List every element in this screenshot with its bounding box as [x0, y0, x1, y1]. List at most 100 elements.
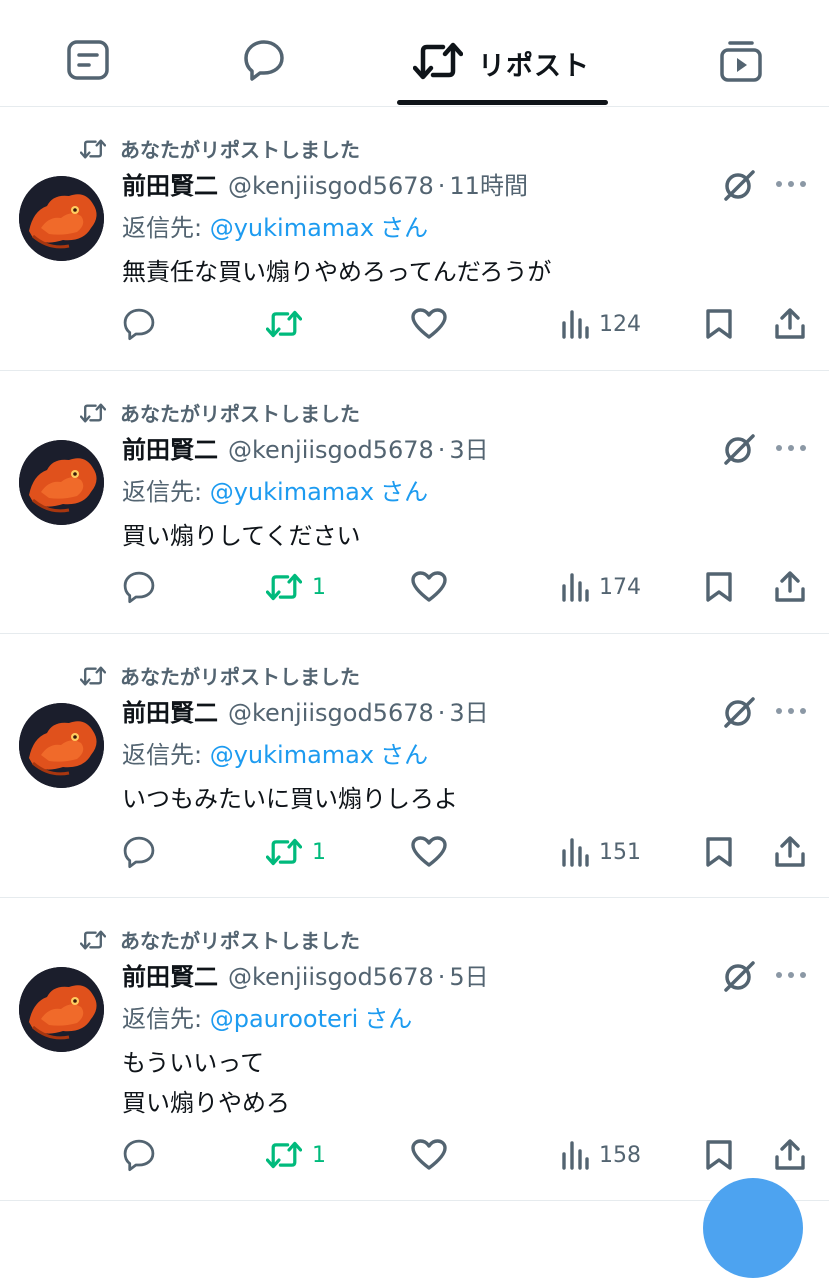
- reposted-label: あなたがリポストしました: [120, 402, 360, 426]
- share-icon: [775, 1139, 805, 1170]
- like-button[interactable]: [411, 832, 447, 872]
- timeline-post[interactable]: あなたがリポストしました 前田賢二 @kenjiisgod5678 · 3日 返…: [0, 370, 829, 634]
- tab-reposts-label: リポスト: [478, 51, 590, 82]
- heart-icon: [411, 308, 447, 339]
- timeline-post[interactable]: あなたがリポストしました 前田賢二 @kenjiisgod5678 · 5日 返…: [0, 897, 829, 1201]
- post-timestamp[interactable]: 3日: [449, 430, 488, 465]
- active-tab-indicator: [397, 100, 608, 105]
- timeline-post[interactable]: あなたがリポストしました 前田賢二 @kenjiisgod5678 · 3日 返…: [0, 633, 829, 898]
- share-button[interactable]: [774, 304, 806, 344]
- tab-posts[interactable]: [30, 0, 145, 106]
- share-button[interactable]: [774, 567, 806, 607]
- reply-button[interactable]: [122, 832, 156, 872]
- compose-button[interactable]: [703, 1178, 803, 1278]
- avatar[interactable]: [19, 176, 104, 261]
- tab-media[interactable]: [683, 0, 798, 106]
- like-button[interactable]: [411, 1135, 447, 1175]
- reply-prefix: 返信先:: [122, 1005, 210, 1033]
- more-options-icon[interactable]: [775, 444, 807, 452]
- repost-small-icon: [80, 403, 120, 423]
- user-handle[interactable]: @kenjiisgod5678: [228, 699, 434, 727]
- reposted-indicator: あなたがリポストしました: [80, 925, 360, 954]
- reposted-label: あなたがリポストしました: [120, 138, 360, 162]
- reply-mention[interactable]: @yukimamax: [210, 478, 374, 506]
- reply-icon: [123, 836, 155, 869]
- retweet-button[interactable]: [266, 304, 312, 344]
- views-button[interactable]: 124: [561, 304, 641, 344]
- separator-dot: ·: [437, 963, 446, 991]
- user-handle[interactable]: @kenjiisgod5678: [228, 436, 434, 464]
- avatar[interactable]: [19, 440, 104, 525]
- reply-mention[interactable]: @yukimamax: [210, 741, 374, 769]
- reply-suffix: さん: [380, 741, 429, 769]
- reposted-label: あなたがリポストしました: [120, 929, 360, 953]
- analytics-icon: [562, 1141, 589, 1170]
- more-options-icon[interactable]: [775, 971, 807, 979]
- post-actions: 1 174: [0, 567, 829, 607]
- reply-button[interactable]: [122, 1135, 156, 1175]
- bookmark-icon: [706, 572, 732, 602]
- views-button[interactable]: 151: [561, 832, 641, 872]
- post-body: 買い煽りしてください: [122, 516, 361, 556]
- reply-prefix: 返信先:: [122, 214, 210, 242]
- grok-icon[interactable]: [722, 959, 756, 993]
- post-header: 前田賢二 @kenjiisgod5678 · 3日: [122, 430, 489, 465]
- post-body: もういいって 買い煽りやめろ: [122, 1043, 290, 1123]
- reply-icon: [123, 571, 155, 604]
- retweet-button[interactable]: 1: [266, 567, 326, 607]
- retweet-icon: [266, 310, 302, 338]
- display-name[interactable]: 前田賢二: [122, 693, 218, 728]
- timeline-post[interactable]: あなたがリポストしました 前田賢二 @kenjiisgod5678 · 11時間…: [0, 106, 829, 371]
- display-name[interactable]: 前田賢二: [122, 957, 218, 992]
- reply-context: 返信先: @yukimamax さん: [122, 735, 428, 770]
- more-options-icon[interactable]: [775, 707, 807, 715]
- post-timestamp[interactable]: 3日: [449, 693, 488, 728]
- views-button[interactable]: 158: [561, 1135, 641, 1175]
- grok-icon[interactable]: [722, 432, 756, 466]
- bookmark-icon: [706, 1140, 732, 1170]
- reposted-indicator: あなたがリポストしました: [80, 134, 360, 163]
- post-actions: 1 151: [0, 832, 829, 872]
- post-text: いつもみたいに買い煽りしろよ: [122, 785, 458, 813]
- more-options-icon[interactable]: [775, 180, 807, 188]
- post-timestamp[interactable]: 5日: [449, 957, 488, 992]
- views-button[interactable]: 174: [561, 567, 641, 607]
- retweet-count: 1: [312, 1142, 326, 1168]
- user-handle[interactable]: @kenjiisgod5678: [228, 172, 434, 200]
- retweet-button[interactable]: 1: [266, 1135, 326, 1175]
- bookmark-button[interactable]: [705, 304, 733, 344]
- bookmark-icon: [706, 309, 732, 339]
- tab-replies[interactable]: [206, 0, 321, 106]
- bookmark-button[interactable]: [705, 832, 733, 872]
- reply-mention[interactable]: @paurooteri: [210, 1005, 359, 1033]
- avatar[interactable]: [19, 967, 104, 1052]
- like-button[interactable]: [411, 567, 447, 607]
- bookmark-button[interactable]: [705, 1135, 733, 1175]
- reply-button[interactable]: [122, 567, 156, 607]
- reply-prefix: 返信先:: [122, 478, 210, 506]
- user-handle[interactable]: @kenjiisgod5678: [228, 963, 434, 991]
- retweet-count: 1: [312, 574, 326, 600]
- bookmark-button[interactable]: [705, 567, 733, 607]
- reply-prefix: 返信先:: [122, 741, 210, 769]
- reply-button[interactable]: [122, 304, 156, 344]
- share-button[interactable]: [774, 832, 806, 872]
- bookmark-icon: [706, 837, 732, 867]
- avatar[interactable]: [19, 703, 104, 788]
- display-name[interactable]: 前田賢二: [122, 166, 218, 201]
- post-timestamp[interactable]: 11時間: [449, 166, 528, 201]
- display-name[interactable]: 前田賢二: [122, 430, 218, 465]
- retweet-icon: [266, 573, 302, 601]
- reposted-indicator: あなたがリポストしました: [80, 661, 360, 690]
- share-button[interactable]: [774, 1135, 806, 1175]
- post-text-line: もういいって: [122, 1049, 265, 1077]
- grok-icon[interactable]: [722, 695, 756, 729]
- grok-icon[interactable]: [722, 168, 756, 202]
- reply-mention[interactable]: @yukimamax: [210, 214, 374, 242]
- post-header: 前田賢二 @kenjiisgod5678 · 5日: [122, 957, 489, 992]
- reply-icon: [123, 1139, 155, 1172]
- like-button[interactable]: [411, 304, 447, 344]
- video-media-icon: [720, 41, 762, 82]
- repost-small-icon: [80, 666, 120, 686]
- retweet-button[interactable]: 1: [266, 832, 326, 872]
